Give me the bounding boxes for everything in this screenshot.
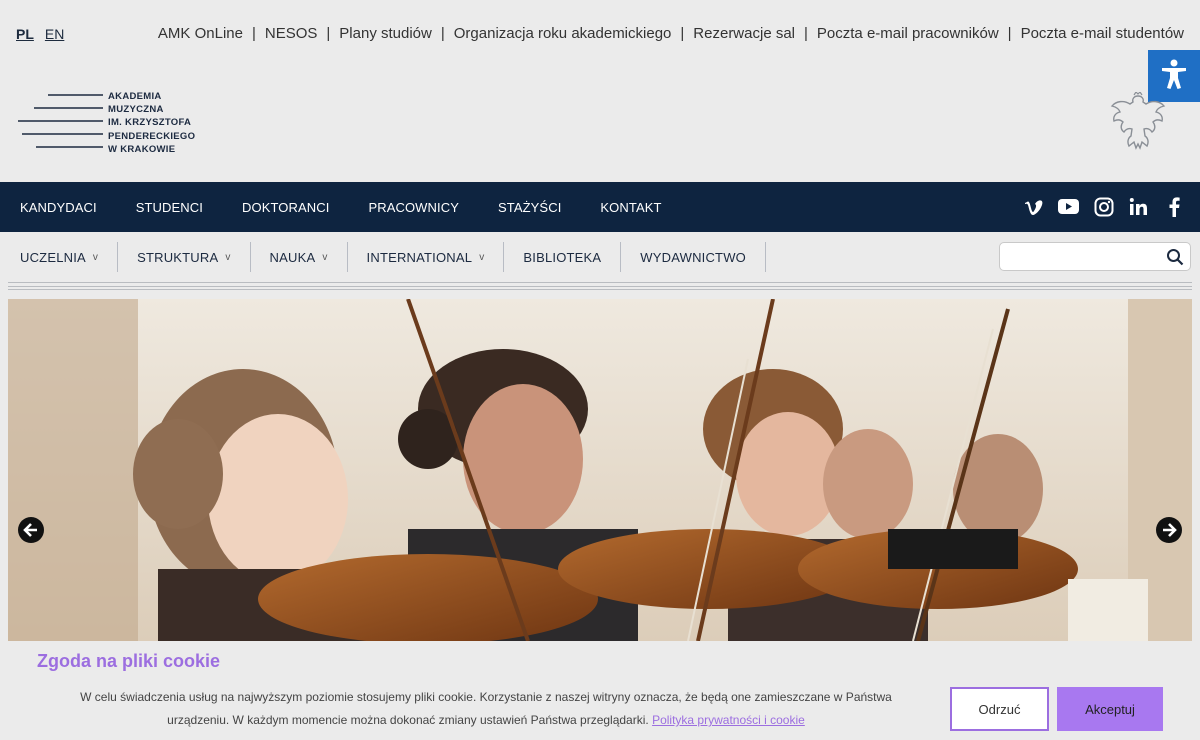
nav-studenci[interactable]: STUDENCI [136,200,203,215]
social-links [1023,196,1184,217]
slider-next-arrow-icon[interactable] [1156,517,1182,543]
reject-cookies-button[interactable]: Odrzuć [950,687,1049,731]
toplink-rezerwacje-sal[interactable]: Rezerwacje sal [693,25,795,42]
lang-pl-link[interactable]: PL [16,26,34,42]
nav-pracownicy[interactable]: PRACOWNICY [368,200,459,215]
logo-line: PENDERECKIEGO [108,130,196,142]
logo-line: MUZYCZNA [108,104,164,116]
logo-line: W KRAKOWIE [108,143,176,155]
logo-line: IM. KRZYSZTOFA [108,117,192,129]
toplink-poczta-pracownikow[interactable]: Poczta e-mail pracowników [817,25,999,42]
search-box [999,242,1191,271]
logo-line: AKADEMIA [108,91,162,102]
lang-en-link[interactable]: EN [45,26,64,42]
subnav-wydawnictwo[interactable]: WYDAWNICTWO [621,242,766,272]
toplink-nesos[interactable]: NESOS [265,25,318,42]
nav-kontakt[interactable]: KONTAKT [600,200,661,215]
privacy-policy-link[interactable]: Polityka prywatności i cookie [652,713,805,727]
separator: | [440,25,445,42]
separator: | [326,25,331,42]
decorative-divider [8,282,1192,290]
chevron-down-icon: v [322,251,328,263]
search-input[interactable] [1008,243,1168,270]
separator: | [680,25,685,42]
subnav-uczelnia[interactable]: UCZELNIA v [0,242,119,272]
secondary-navigation: UCZELNIA v STRUKTURA v NAUKA v INTERNATI… [0,232,1200,282]
slider-prev-arrow-icon[interactable] [18,517,44,543]
accessibility-icon [1158,58,1190,95]
nav-doktoranci[interactable]: DOKTORANCI [242,200,329,215]
separator: | [804,25,808,42]
subnav-international[interactable]: INTERNATIONAL v [348,242,505,272]
toplink-plany-studiow[interactable]: Plany studiów [339,25,432,42]
vimeo-icon[interactable] [1023,196,1044,217]
cookie-title: Zgoda na pliki cookie [37,651,221,671]
subnav-label: UCZELNIA [20,249,86,265]
accept-cookies-button[interactable]: Akceptuj [1057,687,1163,731]
chevron-down-icon: v [92,251,99,263]
toplink-organizacja-roku[interactable]: Organizacja roku akademickiego [454,25,672,42]
toplink-amk-online[interactable]: AMK OnLine [158,25,243,42]
polish-eagle-emblem-icon [1110,91,1166,152]
subnav-label: STRUKTURA [137,249,219,265]
chevron-down-icon: v [225,251,231,263]
linkedin-icon[interactable] [1128,196,1149,217]
separator: | [251,25,256,42]
nav-stazysci[interactable]: STAŻYŚCI [498,200,561,215]
subnav-nauka[interactable]: NAUKA v [251,242,348,272]
logo-text: AKADEMIA MUZYCZNA IM. KRZYSZTOFA PENDERE… [108,90,195,156]
hero-image-violinists [8,299,1192,641]
subnav-label: BIBLIOTEKA [523,249,602,265]
main-navigation: KANDYDACI STUDENCI DOKTORANCI PRACOWNICY… [0,182,1200,232]
cookie-consent-banner: Zgoda na pliki cookie W celu świadczenia… [0,641,1200,740]
toplink-poczta-studentow[interactable]: Poczta e-mail studentów [1021,25,1184,42]
logo-lines-graphic [18,94,103,148]
cookie-text: W celu świadczenia usług na najwyższym p… [60,686,912,732]
subnav-biblioteka[interactable]: BIBLIOTEKA [504,242,622,272]
search-icon[interactable] [1166,248,1184,271]
subnav-label: INTERNATIONAL [366,249,473,265]
subnav-struktura[interactable]: STRUKTURA v [118,242,251,272]
hero-slider [8,299,1192,641]
youtube-icon[interactable] [1058,196,1079,217]
separator: | [1007,25,1012,42]
chevron-down-icon: v [479,251,485,263]
instagram-icon[interactable] [1093,196,1114,217]
nav-kandydaci[interactable]: KANDYDACI [20,200,97,215]
top-links: AMK OnLine | NESOS | Plany studiów | Org… [158,25,1184,42]
academy-logo[interactable]: AKADEMIA MUZYCZNA IM. KRZYSZTOFA PENDERE… [16,90,216,156]
facebook-icon[interactable] [1163,196,1184,217]
subnav-label: NAUKA [269,249,316,265]
subnav-label: WYDAWNICTWO [640,249,746,265]
language-switcher: PL EN [16,26,64,42]
